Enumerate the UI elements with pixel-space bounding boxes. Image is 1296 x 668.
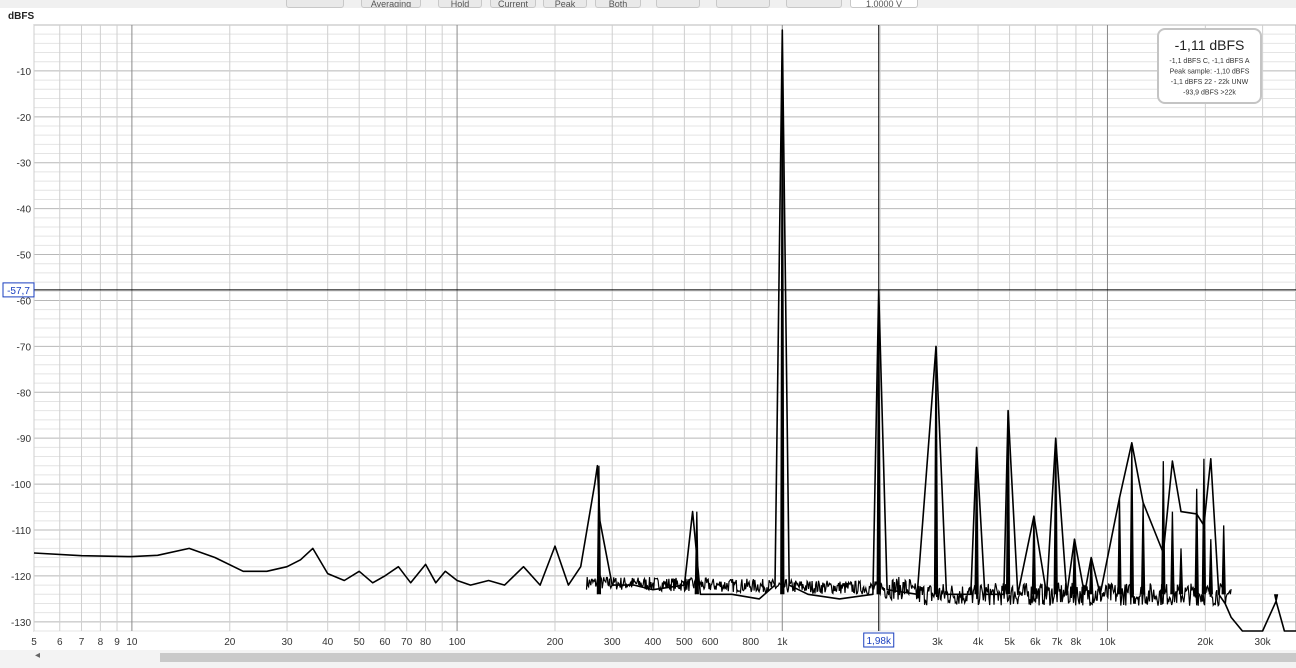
x-tick-label: 1k bbox=[777, 637, 789, 648]
y-axis-label: dBFS bbox=[8, 11, 34, 22]
y-tick-label: -80 bbox=[17, 388, 32, 399]
x-tick-label: 8k bbox=[1071, 637, 1083, 648]
x-tick-label: 7k bbox=[1052, 637, 1064, 648]
x-tick-label: 6 bbox=[57, 637, 63, 648]
x-tick-label: 400 bbox=[645, 637, 662, 648]
readout-main-value: -1,11 dBFS bbox=[1175, 37, 1245, 53]
horizontal-scrollbar[interactable]: ◂ bbox=[0, 650, 1296, 668]
x-tick-label: 7 bbox=[79, 637, 85, 648]
y-tick-label: -40 bbox=[17, 205, 32, 216]
y-tick-label: -10 bbox=[17, 67, 32, 78]
y-tick-label: -90 bbox=[17, 434, 32, 445]
grid bbox=[33, 24, 1296, 632]
y-tick-label: -70 bbox=[17, 342, 32, 353]
cursor-x-label: 1,98k bbox=[867, 636, 892, 647]
x-tick-label: 20k bbox=[1197, 637, 1214, 648]
level-readout: -1,11 dBFS -1,1 dBFS C, -1,1 dBFS A Peak s… bbox=[1157, 28, 1262, 104]
x-tick-label: 60 bbox=[379, 637, 391, 648]
x-tick-label: 800 bbox=[742, 637, 759, 648]
x-tick-label: 20 bbox=[224, 637, 236, 648]
spectrum-chart[interactable]: dBFS -10 -20 -30 -40 -50 -60 -70 -80 -90 -100 -110 -… bbox=[0, 0, 1296, 650]
x-tick-label: 40 bbox=[322, 637, 334, 648]
x-tick-label: 4k bbox=[973, 637, 985, 648]
x-tick-label: 300 bbox=[604, 637, 621, 648]
y-tick-label: -100 bbox=[11, 480, 31, 491]
x-tick-label: 30 bbox=[281, 637, 293, 648]
y-tick-label: -120 bbox=[11, 572, 31, 583]
y-tick-label: -60 bbox=[17, 296, 32, 307]
readout-line: -93,9 dBFS >22k bbox=[1183, 90, 1236, 97]
scroll-thumb[interactable] bbox=[160, 653, 1296, 662]
y-tick-label: -50 bbox=[17, 251, 32, 262]
x-tick-label: 50 bbox=[354, 637, 366, 648]
y-tick-label: -20 bbox=[17, 113, 32, 124]
scroll-left-arrow-icon[interactable]: ◂ bbox=[35, 650, 40, 661]
x-tick-label: 3k bbox=[932, 637, 944, 648]
y-tick-label: -30 bbox=[17, 159, 32, 170]
cursor-y-label: -57,7 bbox=[7, 286, 30, 297]
readout-line: Peak sample: -1,10 dBFS bbox=[1170, 69, 1250, 76]
x-tick-label: 8 bbox=[98, 637, 104, 648]
y-tick-label: -130 bbox=[11, 618, 31, 629]
x-tick-label: 6k bbox=[1030, 637, 1042, 648]
x-tick-label: 10k bbox=[1099, 637, 1116, 648]
x-tick-label: 200 bbox=[547, 637, 564, 648]
x-tick-label: 30k bbox=[1255, 637, 1272, 648]
x-tick-label: 100 bbox=[449, 637, 466, 648]
x-tick-label: 70 bbox=[401, 637, 413, 648]
readout-line: -1,1 dBFS C, -1,1 dBFS A bbox=[1169, 58, 1249, 65]
x-tick-label: 80 bbox=[420, 637, 432, 648]
x-tick-label: 600 bbox=[702, 637, 719, 648]
y-tick-label: -110 bbox=[12, 526, 32, 537]
readout-line: -1,1 dBFS 22 - 22k UNW bbox=[1171, 79, 1249, 86]
x-tick-label: 500 bbox=[676, 637, 693, 648]
x-tick-label: 5 bbox=[31, 637, 37, 648]
x-tick-label: 9 bbox=[114, 637, 120, 648]
x-tick-label: 5k bbox=[1004, 637, 1016, 648]
x-tick-label: 10 bbox=[126, 637, 138, 648]
